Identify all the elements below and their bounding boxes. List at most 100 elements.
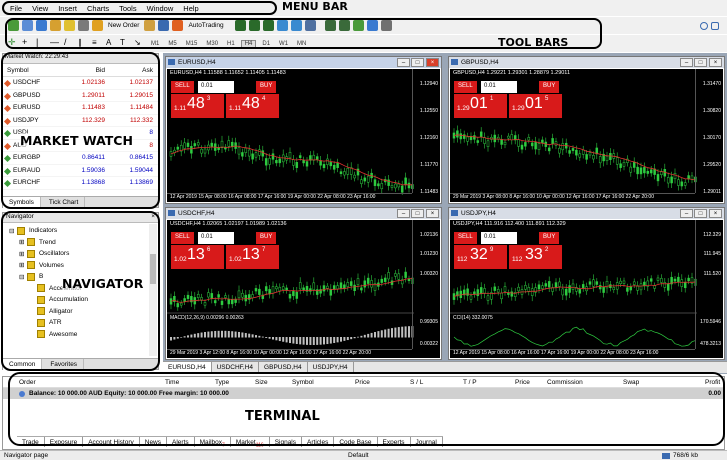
minimize-button[interactable]: – <box>397 58 410 67</box>
candle <box>183 298 186 302</box>
candle <box>207 292 210 298</box>
macd-bar <box>265 337 268 338</box>
candle <box>329 162 333 167</box>
macd-label: MACD(12,26,9) 0.00296 0.00263 <box>170 315 244 321</box>
candle <box>643 167 646 174</box>
candle <box>363 280 367 288</box>
close-button[interactable]: × <box>426 209 439 218</box>
candle <box>196 142 200 146</box>
macd-bar <box>309 337 312 345</box>
macd-bar <box>241 332 244 338</box>
candle <box>469 295 473 300</box>
candle <box>544 283 548 287</box>
candle <box>500 292 503 300</box>
tool-bars-annotation: TOOL BARS <box>498 36 569 49</box>
status-bar: Navigator page Default 768/6 kb <box>0 450 727 460</box>
chart-title-bar[interactable]: EURUSD,H4 – □ × <box>166 57 441 68</box>
chart-title-bar[interactable]: USDJPY,H4 – □ × <box>449 208 724 219</box>
macd-bar <box>380 330 383 338</box>
candle <box>281 286 285 290</box>
price-tick: 170.5946 <box>700 319 721 325</box>
candle <box>571 283 575 290</box>
macd-bar <box>187 335 189 338</box>
candle <box>636 166 639 175</box>
candle <box>176 146 180 150</box>
cci-label: CCI(14) 332.0075 <box>453 315 493 321</box>
candle <box>268 289 271 295</box>
candle <box>605 155 609 161</box>
candle <box>288 152 292 159</box>
chart-window[interactable]: GBPUSD,H4 – □ × GBPUSD,H4 1.29221 1.2930… <box>448 56 725 204</box>
macd-bar <box>251 334 254 338</box>
chart-canvas[interactable]: EURUSD,H4 1.11588 1.11652 1.11405 1.1148… <box>167 69 440 202</box>
candle <box>295 162 299 168</box>
price-tick: 1.11770 <box>420 162 438 168</box>
candle <box>220 300 224 305</box>
candle <box>612 287 616 291</box>
macd-bar <box>306 337 308 345</box>
macd-bar <box>401 326 404 338</box>
candle <box>551 138 554 145</box>
candle <box>176 303 180 308</box>
candle <box>524 285 527 290</box>
macd-bar <box>295 337 298 345</box>
candle <box>363 177 367 182</box>
search-icon[interactable] <box>700 21 708 30</box>
chat-icon[interactable] <box>711 21 719 30</box>
chart-canvas[interactable]: USDCHF,H4 1.02065 1.02197 1.01989 1.0213… <box>167 220 440 358</box>
price-axis: 112.329 111.945 111.520 170.5946 478.3213 <box>695 220 723 349</box>
price-tick: 1.29520 <box>702 162 721 168</box>
candle <box>629 166 633 173</box>
macd-bar <box>190 334 193 338</box>
candle <box>656 174 660 182</box>
candle <box>217 294 220 298</box>
maximize-button[interactable]: □ <box>694 209 707 218</box>
close-button[interactable]: × <box>709 58 722 67</box>
candle <box>456 130 459 138</box>
candle <box>666 177 670 184</box>
candle <box>537 284 541 290</box>
maximize-button[interactable]: □ <box>694 58 707 67</box>
candle <box>247 149 251 157</box>
candle <box>554 282 558 288</box>
maximize-button[interactable]: □ <box>411 58 424 67</box>
candle <box>298 282 302 290</box>
minimize-button[interactable]: – <box>680 58 693 67</box>
chart-window[interactable]: USDJPY,H4 – □ × USDJPY,H4 111.916 112.40… <box>448 207 725 360</box>
price-tick: 1.11483 <box>420 189 438 195</box>
candle <box>534 142 537 150</box>
price-tick: 1.01230 <box>419 251 438 258</box>
candle <box>677 276 680 283</box>
chart-title-bar[interactable]: USDCHF,H4 – □ × <box>166 208 441 219</box>
close-button[interactable]: × <box>426 58 439 67</box>
price-tick: 112.329 <box>703 232 721 238</box>
candle <box>619 163 622 168</box>
chart-title-bar[interactable]: GBPUSD,H4 – □ × <box>449 57 724 68</box>
minimize-button[interactable]: – <box>397 209 410 218</box>
macd-bar <box>374 332 376 338</box>
minimize-button[interactable]: – <box>680 209 693 218</box>
chart-canvas[interactable]: GBPUSD,H4 1.29221 1.29301 1.28879 1.2901… <box>450 69 723 202</box>
candle <box>605 281 609 289</box>
macd-bar <box>323 337 325 345</box>
chart-canvas[interactable]: USDJPY,H4 111.916 112.400 111.891 112.32… <box>450 220 723 358</box>
maximize-button[interactable]: □ <box>411 209 424 218</box>
candle <box>666 283 670 291</box>
terminal-annotation: TERMINAL <box>245 409 320 424</box>
candle <box>558 281 561 287</box>
candle <box>503 286 507 292</box>
close-button[interactable]: × <box>709 209 722 218</box>
candle <box>322 164 326 169</box>
candlestick-series <box>167 267 414 345</box>
price-tick: 1.29011 <box>703 189 721 195</box>
chart-window[interactable]: USDCHF,H4 – □ × USDCHF,H4 1.02065 1.0219… <box>165 207 442 360</box>
price-tick: 1.12160 <box>419 135 438 141</box>
macd-bar <box>333 337 336 344</box>
candle <box>380 278 384 283</box>
candle <box>203 148 207 154</box>
price-tick: 111.520 <box>703 270 721 277</box>
macd-bar <box>404 326 407 338</box>
chart-window[interactable]: EURUSD,H4 – □ × EURUSD,H4 1.11588 1.1165… <box>165 56 442 204</box>
macd-bar <box>397 327 400 338</box>
candle <box>622 280 626 284</box>
